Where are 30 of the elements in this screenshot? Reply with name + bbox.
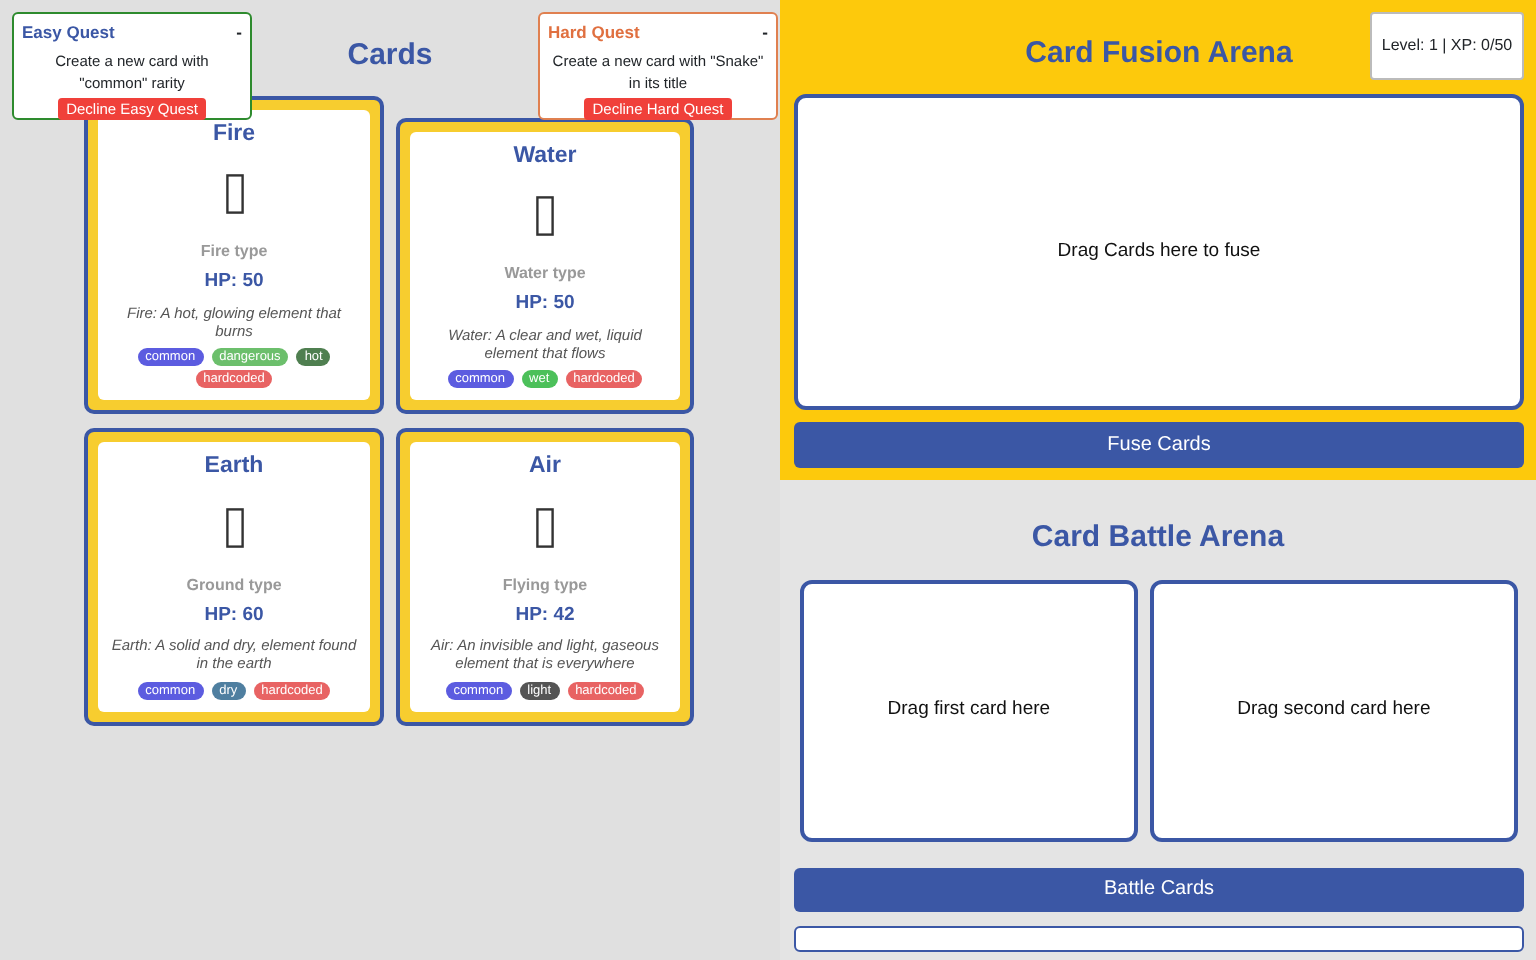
missing-glyph-icon (536, 196, 554, 237)
arena-title: Card Fusion Arena (1025, 36, 1293, 70)
hp-value: HP: 50 (515, 292, 575, 315)
collapse-toggle[interactable]: - (236, 20, 242, 46)
result-field[interactable] (794, 925, 1524, 951)
card-type: Water type (504, 264, 586, 283)
missing-glyph-icon (225, 507, 243, 547)
drop-zone[interactable]: Drag first card here (800, 580, 1138, 842)
card-type: Flying type (502, 575, 588, 593)
card-type: Fire type (200, 242, 268, 261)
drop-zone[interactable]: Drag second card here (1149, 580, 1519, 842)
card-name: Air (529, 454, 561, 479)
quest-title: Hard Quest (548, 20, 640, 46)
battle-button[interactable]: Battle Cards (794, 867, 1524, 911)
drop-zone[interactable]: Drag Cards here to fuse (794, 94, 1524, 410)
fuse-button[interactable]: Fuse Cards (794, 422, 1524, 468)
quest-title: Easy Quest (22, 20, 115, 46)
arena-title: Card Battle Arena (1031, 520, 1285, 554)
panel-title: Cards (347, 38, 433, 72)
hp-value: HP: 60 (204, 603, 264, 625)
card-type: Ground type (186, 575, 282, 593)
hp-value: HP: 50 (204, 270, 264, 293)
collapse-toggle[interactable]: - (762, 20, 768, 46)
missing-glyph-icon (225, 174, 243, 215)
hp-value: HP: 42 (515, 603, 575, 625)
card-name: Fire (212, 122, 256, 146)
missing-glyph-icon (536, 507, 554, 547)
level-status: Level: 1 | XP: 0/50 (1370, 12, 1524, 80)
card-name: Water (513, 144, 577, 168)
card-name: Earth (204, 454, 264, 479)
